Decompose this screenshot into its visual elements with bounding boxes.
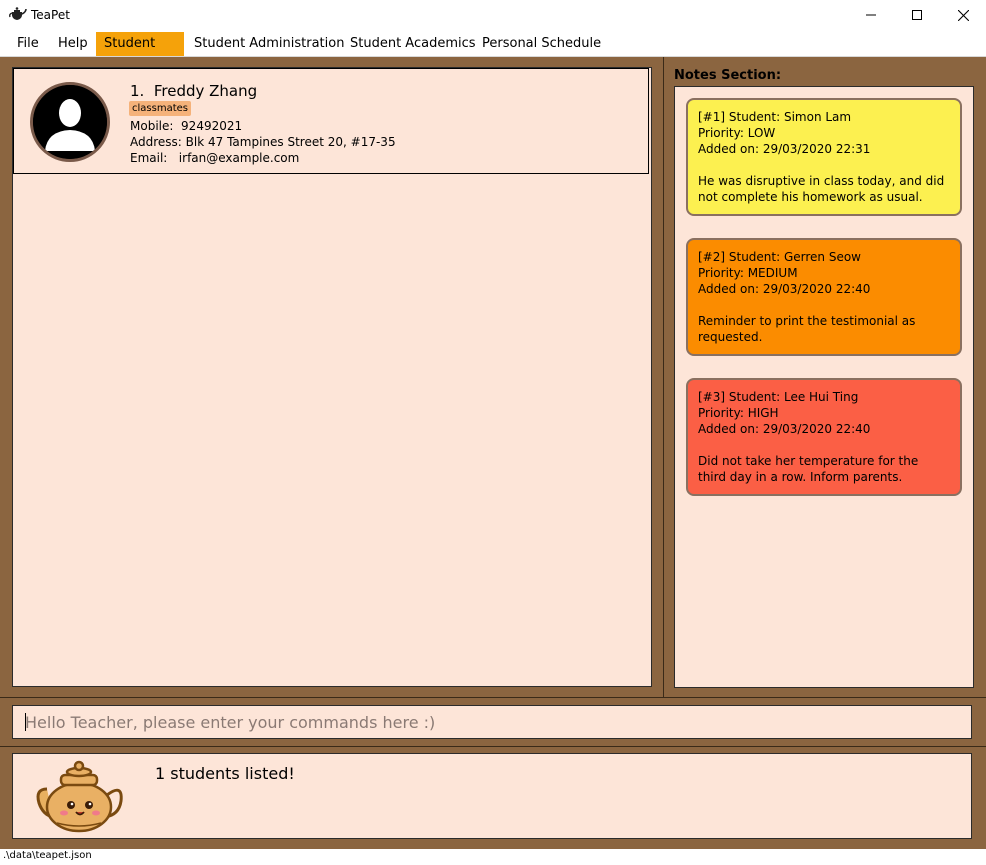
- menu-student-list[interactable]: Student List: [96, 32, 184, 75]
- menu-student-academics[interactable]: Student Academics: [342, 32, 484, 56]
- note-priority: Priority: LOW: [698, 126, 776, 140]
- student-tag: classmates: [129, 101, 191, 116]
- student-name-text: Freddy Zhang: [153, 82, 258, 100]
- note-content: Did not take her temperature for the thi…: [698, 454, 919, 484]
- note-added: Added on: 29/03/2020 22:31: [698, 142, 871, 156]
- email-value: irfan@example.com: [178, 151, 300, 165]
- minimize-button[interactable]: [848, 0, 894, 30]
- note-card[interactable]: [#1] Student: Simon Lam Priority: LOW Ad…: [686, 98, 962, 216]
- result-display: 1 students listed!: [12, 753, 972, 839]
- menu-file[interactable]: File: [9, 32, 47, 56]
- student-index: 1.: [130, 82, 145, 100]
- note-card[interactable]: [#2] Student: Gerren Seow Priority: MEDI…: [686, 238, 962, 356]
- result-message: 1 students listed!: [155, 764, 295, 783]
- address-label: Address:: [130, 135, 182, 149]
- note-priority: Priority: HIGH: [698, 406, 779, 420]
- email-label: Email:: [130, 151, 168, 165]
- note-added: Added on: 29/03/2020 22:40: [698, 422, 871, 436]
- mobile-value: 92492021: [181, 119, 243, 133]
- divider: [0, 697, 986, 698]
- command-box: [12, 705, 972, 739]
- window-title: TeaPet: [31, 8, 70, 22]
- status-bar: .\data\teapet.json: [0, 849, 986, 865]
- note-card[interactable]: [#3] Student: Lee Hui Ting Priority: HIG…: [686, 378, 962, 496]
- notes-section-title: Notes Section:: [674, 68, 782, 83]
- student-list-panel: 1. Freddy Zhang classmates Mobile: 92492…: [12, 67, 652, 687]
- mobile-label: Mobile:: [130, 119, 174, 133]
- maximize-icon: [912, 10, 922, 20]
- maximize-button[interactable]: [894, 0, 940, 30]
- note-content: He was disruptive in class today, and di…: [698, 174, 945, 204]
- student-email: Email: irfan@example.com: [130, 151, 299, 165]
- split-divider[interactable]: [663, 57, 664, 697]
- user-silhouette-icon: [30, 82, 110, 162]
- title-bar: TeaPet: [0, 0, 986, 32]
- note-content: Reminder to print the testimonial as req…: [698, 314, 916, 344]
- teapot-mascot-icon: [36, 760, 123, 833]
- close-button[interactable]: [940, 0, 986, 30]
- command-input[interactable]: [13, 706, 971, 738]
- student-mobile: Mobile: 92492021: [130, 119, 242, 133]
- note-priority: Priority: MEDIUM: [698, 266, 798, 280]
- note-header: [#2] Student: Gerren Seow: [698, 250, 861, 264]
- note-added: Added on: 29/03/2020 22:40: [698, 282, 871, 296]
- divider: [0, 746, 986, 747]
- teapot-icon: [9, 7, 27, 20]
- menu-help[interactable]: Help: [50, 32, 96, 56]
- note-header: [#3] Student: Lee Hui Ting: [698, 390, 859, 404]
- notes-panel: [#1] Student: Simon Lam Priority: LOW Ad…: [674, 86, 974, 688]
- student-card[interactable]: 1. Freddy Zhang classmates Mobile: 92492…: [13, 68, 649, 174]
- student-name: 1. Freddy Zhang: [130, 82, 257, 100]
- save-location: .\data\teapet.json: [3, 850, 92, 861]
- menu-student-administration[interactable]: Student Administration: [186, 32, 352, 56]
- text-caret: [25, 713, 26, 731]
- menu-personal-schedule[interactable]: Personal Schedule: [474, 32, 609, 56]
- menu-bar: File Help Student List Student Administr…: [0, 32, 986, 75]
- note-header: [#1] Student: Simon Lam: [698, 110, 852, 124]
- student-address: Address: Blk 47 Tampines Street 20, #17-…: [130, 135, 396, 149]
- close-icon: [957, 9, 969, 21]
- minimize-icon: [866, 14, 876, 16]
- address-value: Blk 47 Tampines Street 20, #17-35: [185, 135, 396, 149]
